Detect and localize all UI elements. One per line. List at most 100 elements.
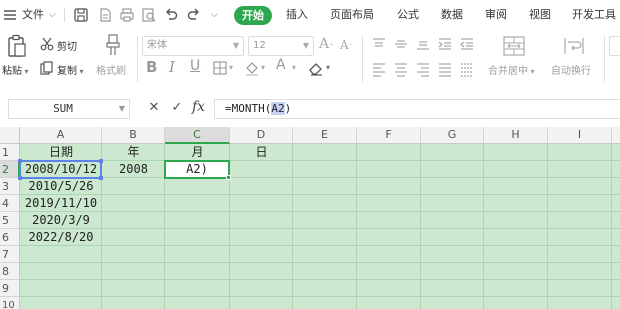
tab-developer[interactable]: 开发工具 [572,0,616,30]
row-header-3[interactable]: 3 [0,178,20,195]
print-preview-icon[interactable] [141,7,157,23]
align-left-icon[interactable] [371,61,387,77]
eraser-icon[interactable] [308,60,324,76]
font-color-icon[interactable]: A [276,57,286,73]
increase-font-icon[interactable]: A⁺ [319,36,333,52]
auto-wrap-icon[interactable] [563,35,585,57]
copy-icon[interactable] [40,61,54,75]
copy-button[interactable]: 复制 ▾ [57,62,84,77]
font-size-select[interactable]: 12 ▼ [248,36,314,56]
align-middle-icon[interactable] [393,36,409,52]
cell-c2-editor[interactable]: A2) [166,162,228,177]
tab-view[interactable]: 视图 [529,0,551,30]
column-header-a[interactable]: A [20,127,102,144]
column-header-f[interactable]: F [357,127,421,144]
redo-icon[interactable] [186,7,202,23]
cell-a2[interactable]: 2008/10/12 [20,161,102,178]
confirm-icon[interactable]: ✓ [169,100,185,116]
row-header-10[interactable]: 10 [0,297,20,309]
column-header-c[interactable]: C [165,127,230,144]
tab-home[interactable]: 开始 [234,6,272,25]
border-icon[interactable] [212,60,228,76]
file-menu[interactable]: 文件 [22,0,44,30]
align-right-icon[interactable] [415,61,431,77]
cancel-icon[interactable]: ✕ [146,100,162,116]
merge-center-icon[interactable] [502,35,526,57]
row-header-1[interactable]: 1 [0,144,20,161]
cell-a1[interactable]: 日期 [20,144,102,161]
chevron-down-icon[interactable]: ▾ [326,63,330,72]
cell-area[interactable]: 日期 年 月 日 2008/10/12 2010/5/26 2019/11/10… [18,144,620,309]
underline-button[interactable]: U [190,58,200,74]
undo-icon[interactable] [163,7,179,23]
cell-b2[interactable]: 2008 [102,161,165,178]
insert-function-icon[interactable]: fx [192,99,205,115]
column-header-h[interactable]: H [484,127,548,144]
row-header-9[interactable]: 9 [0,280,20,297]
decrease-font-icon[interactable]: A⁻ [340,38,353,52]
column-header-d[interactable]: D [230,127,293,144]
justify-icon[interactable] [437,61,453,77]
column-header-g[interactable]: G [421,127,484,144]
paste-button[interactable]: 粘贴 ▾ [2,62,29,77]
italic-button[interactable]: I [169,58,175,76]
number-format-select[interactable] [609,36,620,56]
row-header-8[interactable]: 8 [0,263,20,280]
column-header-j[interactable] [612,127,620,144]
quick-access-chevron-icon[interactable]: ⌵ [211,0,218,30]
outdent-icon[interactable] [459,36,475,52]
column-header-e[interactable]: E [293,127,357,144]
bold-button[interactable]: B [146,58,157,76]
active-cell-c2[interactable]: A2) [164,160,231,180]
print-icon[interactable] [119,7,135,23]
tab-page-layout[interactable]: 页面布局 [330,0,374,30]
row-header-7[interactable]: 7 [0,246,20,263]
merge-center-button[interactable]: 合并居中 ▾ [488,62,535,77]
chevron-down-icon[interactable]: ▾ [229,63,233,72]
distributed-icon[interactable] [459,61,475,77]
fill-color-icon[interactable] [244,60,260,76]
formula-input[interactable]: =MONTH(A2) [214,99,620,119]
formula-bar: SUM ▼ ✕ ✓ fx =MONTH(A2) [0,95,620,121]
font-name-select[interactable]: 宋体 ▼ [142,36,244,56]
chevron-down-icon[interactable]: ⌵ [49,0,56,30]
auto-wrap-button[interactable]: 自动换行 [551,62,591,77]
tab-data[interactable]: 数据 [441,0,463,30]
align-center-icon[interactable] [393,61,409,77]
select-all-corner[interactable] [0,127,20,144]
cell-c1[interactable]: 月 [165,144,230,161]
align-top-icon[interactable] [371,36,387,52]
scissors-icon[interactable] [40,37,54,51]
export-pdf-icon[interactable] [97,7,113,23]
cell-a4[interactable]: 2019/11/10 [20,195,102,212]
column-header-i[interactable]: I [548,127,612,144]
row-header-6[interactable]: 6 [0,229,20,246]
cell-a3[interactable]: 2010/5/26 [20,178,102,195]
tab-formulas[interactable]: 公式 [397,0,419,30]
format-painter-button[interactable]: 格式刷 [96,62,126,77]
save-icon[interactable] [73,7,89,23]
tab-review[interactable]: 审阅 [485,0,507,30]
chevron-down-icon[interactable]: ▾ [292,63,296,72]
align-bottom-icon[interactable] [415,36,431,52]
format-painter-icon[interactable] [104,34,122,56]
row-header-5[interactable]: 5 [0,212,20,229]
fill-handle[interactable] [226,175,231,180]
cell-a5[interactable]: 2020/3/9 [20,212,102,229]
row-header-2[interactable]: 2 [0,161,20,178]
tab-insert[interactable]: 插入 [286,0,308,30]
column-header-b[interactable]: B [102,127,165,144]
cell-a6[interactable]: 2022/8/20 [20,229,102,246]
chevron-down-icon[interactable]: ▾ [261,63,265,72]
indent-icon[interactable] [437,36,453,52]
row-header-4[interactable]: 4 [0,195,20,212]
cell-b1[interactable]: 年 [102,144,165,161]
cell-d1[interactable]: 日 [230,144,293,161]
cut-button[interactable]: 剪切 [57,38,77,53]
paste-icon[interactable] [6,34,28,58]
menu-lines-icon[interactable] [2,7,18,23]
name-box[interactable]: SUM ▼ [8,99,130,119]
divider [362,36,363,82]
formula-suffix: ) [284,102,292,115]
paste-label: 粘贴 [2,66,22,77]
